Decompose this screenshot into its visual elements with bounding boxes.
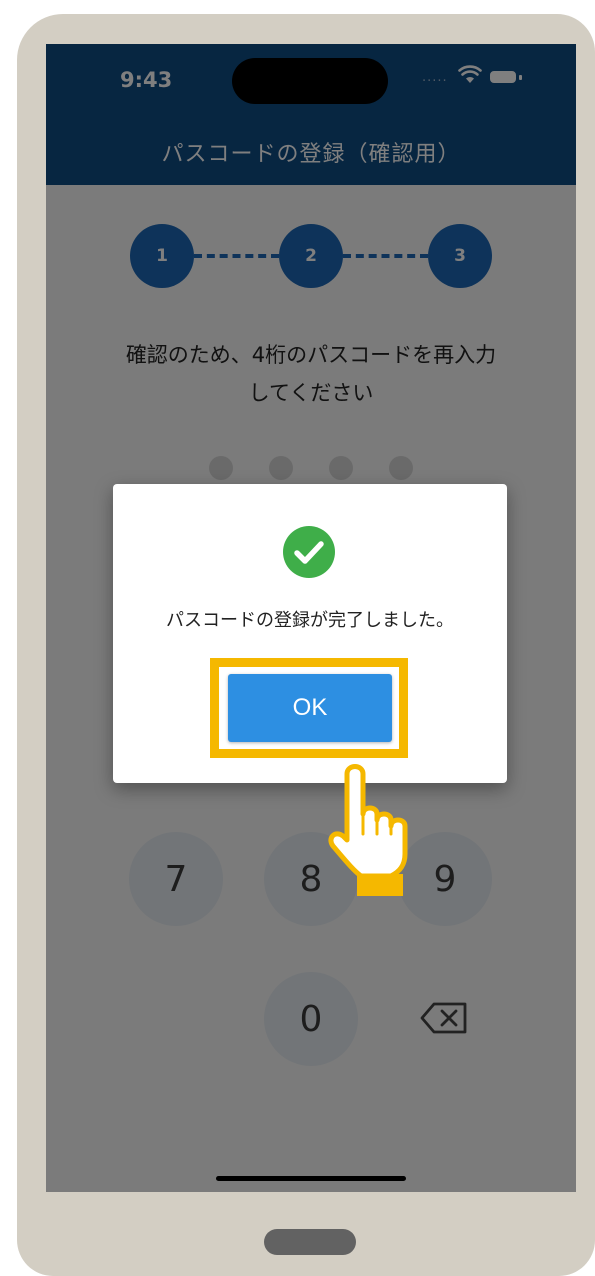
ok-button[interactable]: OK — [228, 674, 392, 742]
completion-dialog: パスコードの登録が完了しました。 OK — [113, 484, 507, 783]
pointing-hand-icon — [328, 764, 408, 896]
home-button — [264, 1229, 356, 1255]
dialog-message: パスコードの登録が完了しました。 — [166, 610, 454, 631]
app-screen: 9:43 ..... パスコードの登録（確認用） 1 2 3 確認のため、4桁の… — [46, 44, 576, 1192]
success-check-icon — [283, 526, 335, 578]
